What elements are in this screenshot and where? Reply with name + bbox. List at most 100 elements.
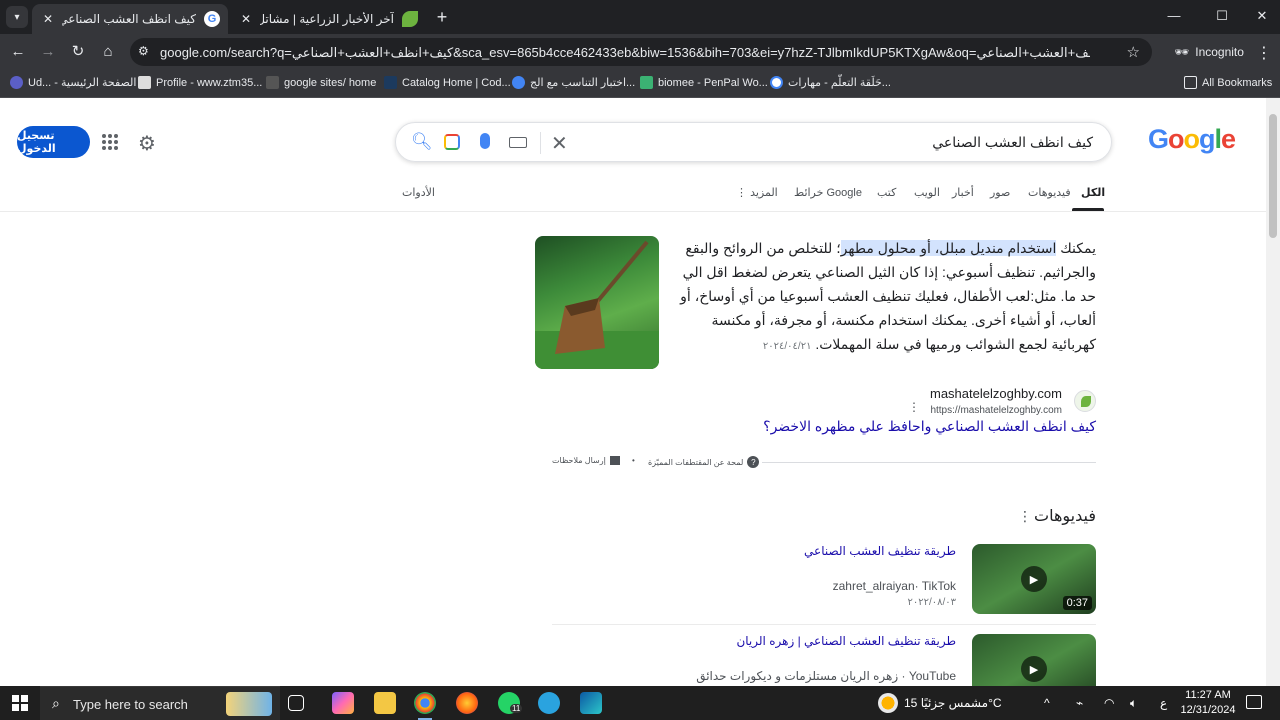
task-view-icon[interactable] — [288, 695, 304, 711]
tab-news[interactable]: أخبار — [952, 186, 974, 199]
tab-images[interactable]: صور — [990, 186, 1010, 199]
search-highlight-image — [226, 692, 272, 716]
search-box-divider — [540, 132, 541, 154]
result-title-link[interactable]: كيف انظف العشب الصناعي واحافظ علي مظهره … — [760, 418, 1096, 435]
tab-news[interactable]: آخر الأخبار الزراعية | مشاتل الزغبي ✕ — [230, 4, 426, 34]
clock-time: 11:27 AM — [1185, 689, 1231, 701]
file-explorer-icon[interactable] — [374, 692, 396, 714]
tab-more[interactable]: ⋮ المزيد — [736, 186, 778, 199]
telegram-icon[interactable] — [538, 692, 560, 714]
maximize-icon[interactable]: ☐ — [1212, 8, 1232, 24]
all-bookmarks[interactable]: All Bookmarks — [1184, 76, 1272, 89]
send-feedback-link[interactable]: إرسال ملاحظات — [552, 456, 620, 465]
network-icon[interactable]: ⌁ — [1076, 696, 1083, 710]
bookmark-favicon-icon — [138, 76, 151, 89]
video-thumbnail[interactable]: ▶ 0:37 — [972, 544, 1096, 614]
video-thumbnail[interactable]: ▶ — [972, 634, 1096, 686]
keyboard-icon[interactable] — [509, 137, 527, 148]
bookmark-item[interactable]: google sites/ home — [266, 76, 376, 89]
source-name[interactable]: mashatelelzoghby.com — [930, 386, 1062, 401]
tab-videos[interactable]: فيديوهات — [1028, 186, 1071, 199]
site-info-icon[interactable]: ⚙ — [138, 44, 149, 58]
home-icon[interactable]: ⌂ — [98, 42, 118, 62]
search-icon[interactable]: 🔍︎ — [411, 132, 433, 152]
language-indicator[interactable]: ع — [1160, 696, 1167, 710]
close-tab-icon[interactable]: ✕ — [238, 12, 254, 26]
minimize-icon[interactable]: — — [1164, 8, 1184, 23]
folder-icon — [1184, 76, 1197, 89]
about-snippets-link[interactable]: لمحة عن المقتطفات المميّزة? — [648, 456, 760, 468]
bookmark-favicon-icon — [384, 76, 397, 89]
reload-icon[interactable]: ↻ — [68, 42, 88, 62]
google-lens-icon[interactable] — [444, 134, 460, 150]
search-icon: ⌕ — [52, 695, 60, 711]
url-text[interactable]: google.com/search?q=كيف+انظف+العشب+الصنا… — [160, 45, 1090, 61]
clear-search-icon[interactable]: ✕ — [551, 131, 568, 156]
browser-menu-icon[interactable]: ⋮ — [1256, 43, 1272, 63]
incognito-label: Incognito — [1195, 45, 1244, 59]
google-logo[interactable]: Google — [1148, 124, 1236, 155]
back-icon[interactable]: ← — [8, 42, 28, 62]
tab-title: آخر الأخبار الزراعية | مشاتل الزغبي — [260, 12, 394, 26]
tab-books[interactable]: كتب — [877, 186, 896, 199]
bookmark-item[interactable]: اختبار التناسب مع الج... — [512, 76, 635, 89]
notifications-icon[interactable] — [1246, 695, 1262, 709]
tab-maps[interactable]: خرائط Google — [794, 186, 862, 199]
bookmark-item[interactable]: biomee - PenPal Wo... — [640, 76, 768, 89]
microphone-icon[interactable] — [480, 133, 490, 149]
signin-button[interactable]: تسجيل الدخول — [17, 126, 90, 158]
bookmark-item[interactable]: Profile - www.ztm35... — [138, 76, 262, 89]
page-scrollbar[interactable] — [1266, 98, 1280, 686]
tab-web[interactable]: الويب — [914, 186, 940, 199]
whatsapp-icon[interactable]: 11 — [498, 692, 523, 714]
bookmark-item[interactable]: Catalog Home | Cod... — [384, 76, 511, 89]
volume-icon[interactable]: 🔈︎ — [1130, 696, 1137, 711]
tab-all[interactable]: الكل — [1081, 186, 1105, 199]
close-window-icon[interactable]: ✕ — [1252, 8, 1272, 24]
new-tab-icon[interactable]: + — [432, 7, 452, 28]
video-result[interactable]: ▶ طريقة تنظيف العشب الصناعي | زهره الريا… — [552, 634, 1096, 686]
weather-icon[interactable] — [878, 693, 898, 713]
tools-button[interactable]: الأدوات — [402, 186, 435, 199]
videos-options-icon[interactable]: ⋮ — [1018, 508, 1032, 525]
copilot-icon[interactable] — [332, 692, 354, 714]
edge-icon[interactable] — [580, 692, 602, 714]
about-snippets-label: لمحة عن المقتطفات المميّزة — [648, 457, 744, 467]
weather-text[interactable]: مشمس جزئيًا 15°C — [904, 696, 1002, 710]
google-favicon-icon: G — [204, 11, 220, 27]
taskbar-search[interactable]: ⌕ Type here to search — [40, 686, 280, 720]
tray-overflow-icon[interactable]: ^ — [1044, 696, 1050, 710]
google-apps-icon[interactable] — [102, 134, 118, 150]
result-source[interactable]: mashatelelzoghby.com https://mashatelelz… — [900, 386, 1096, 420]
result-options-icon[interactable]: ⋮ — [908, 400, 920, 414]
chrome-icon[interactable] — [414, 692, 436, 720]
bookmark-item[interactable]: Ud... - الصفحة الرئيسية — [10, 76, 136, 89]
close-tab-icon[interactable]: ✕ — [40, 12, 56, 26]
video-title-link[interactable]: طريقة تنظيف العشب الصناعي | زهره الريان — [736, 634, 956, 648]
bookmark-label: Ud... - الصفحة الرئيسية — [28, 77, 137, 89]
windows-start-icon[interactable] — [12, 695, 28, 711]
bookmark-star-icon[interactable]: ☆ — [1127, 43, 1140, 61]
video-result[interactable]: ▶ 0:37 طريقة تنظيف العشب الصناعي zahret_… — [552, 544, 1096, 616]
source-url[interactable]: https://mashatelelzoghby.com — [930, 405, 1062, 416]
settings-gear-icon[interactable]: ⚙ — [138, 131, 156, 156]
wifi-icon[interactable]: ◠ — [1104, 696, 1114, 710]
forward-icon[interactable]: → — [38, 42, 58, 62]
tab-more-label: المزيد — [750, 187, 778, 199]
video-title-link[interactable]: طريقة تنظيف العشب الصناعي — [804, 544, 956, 558]
bookmark-item[interactable]: حَلَقة التعلّم - مهارات... — [770, 76, 891, 89]
tab-search-button[interactable]: ▾ — [6, 6, 28, 28]
taskbar-clock[interactable]: 11:27 AM 12/31/2024 — [1180, 688, 1236, 718]
bookmark-label: Catalog Home | Cod... — [402, 76, 511, 89]
address-bar[interactable]: ⚙ google.com/search?q=كيف+انظف+العشب+الص… — [130, 38, 1152, 66]
snippet-text-rest: ؛ للتخلص من الروائح والبقع والجراثيم. تن… — [680, 240, 1096, 352]
search-input[interactable]: كيف انظف العشب الصناعي — [932, 134, 1093, 151]
search-box[interactable]: 🔍︎ ✕ كيف انظف العشب الصناعي — [395, 122, 1112, 162]
snippet-image[interactable] — [535, 236, 659, 369]
scrollbar-thumb[interactable] — [1269, 114, 1277, 238]
incognito-indicator[interactable]: 🕶 Incognito — [1164, 40, 1254, 64]
send-feedback-label: إرسال ملاحظات — [552, 456, 606, 465]
tab-title: كيف انظف العشب الصناعي - بحث — [62, 12, 196, 26]
tab-google-search[interactable]: G كيف انظف العشب الصناعي - بحث ✕ — [32, 4, 228, 34]
firefox-icon[interactable] — [456, 692, 478, 714]
